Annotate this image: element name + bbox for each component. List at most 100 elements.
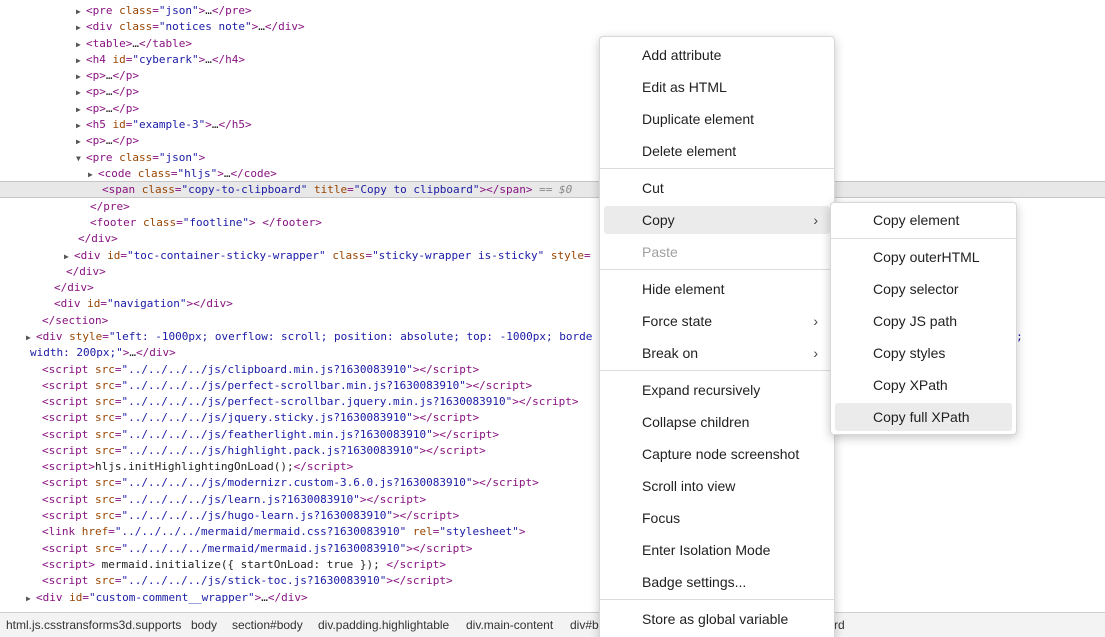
- chevron-right-icon: ›: [813, 345, 818, 361]
- menu-separator: [600, 269, 834, 270]
- submenu-item-copy-element[interactable]: Copy element: [835, 206, 1012, 234]
- submenu-item-copy-selector[interactable]: Copy selector: [835, 275, 1012, 303]
- menu-separator: [831, 238, 1016, 239]
- dom-node[interactable]: ▶ <pre class="json">…</pre>: [0, 3, 1105, 19]
- menu-item-label: Store as global variable: [642, 611, 789, 627]
- menu-item-enter-isolation-mode[interactable]: Enter Isolation Mode: [604, 536, 830, 564]
- dom-node[interactable]: <script src="../../../../js/learn.js?163…: [0, 492, 1105, 508]
- dom-node-markup: </pre>: [90, 200, 130, 213]
- menu-item-duplicate-element[interactable]: Duplicate element: [604, 105, 830, 133]
- menu-item-collapse-children[interactable]: Collapse children: [604, 408, 830, 436]
- copy-submenu: Copy element Copy outerHTML Copy selecto…: [830, 202, 1017, 435]
- menu-item-label: Edit as HTML: [642, 79, 727, 95]
- dom-node[interactable]: ▶ <h4 id="cyberark">…</h4>: [0, 52, 1105, 68]
- dom-node[interactable]: <script src="../../../../js/stick-toc.js…: [0, 573, 1105, 589]
- menu-item-label: Cut: [642, 180, 664, 196]
- menu-item-edit-as-html[interactable]: Edit as HTML: [604, 73, 830, 101]
- triangle-right-icon[interactable]: ▶: [76, 20, 86, 36]
- dom-node[interactable]: <link href="../../../../mermaid/mermaid.…: [0, 524, 1105, 540]
- triangle-right-icon[interactable]: ▶: [26, 591, 36, 607]
- menu-item-expand-recursively[interactable]: Expand recursively: [604, 376, 830, 404]
- menu-item-label: Copy styles: [873, 345, 946, 361]
- menu-separator: [600, 370, 834, 371]
- submenu-item-copy-outerhtml[interactable]: Copy outerHTML: [835, 243, 1012, 271]
- dom-node[interactable]: <script src="../../../../js/modernizr.cu…: [0, 475, 1105, 491]
- triangle-right-icon[interactable]: ▶: [76, 118, 86, 134]
- dom-node-markup: <script src="../../../../js/perfect-scro…: [42, 395, 579, 408]
- menu-item-focus[interactable]: Focus: [604, 504, 830, 532]
- submenu-item-copy-xpath[interactable]: Copy XPath: [835, 371, 1012, 399]
- triangle-right-icon[interactable]: ▶: [76, 37, 86, 53]
- dom-node[interactable]: ▶ <h5 id="example-3">…</h5>: [0, 117, 1105, 133]
- chevron-right-icon: ›: [813, 212, 818, 228]
- dom-node-markup: <script src="../../../../js/learn.js?163…: [42, 493, 427, 506]
- menu-item-capture-node-screenshot[interactable]: Capture node screenshot: [604, 440, 830, 468]
- submenu-item-copy-styles[interactable]: Copy styles: [835, 339, 1012, 367]
- menu-item-add-attribute[interactable]: Add attribute: [604, 41, 830, 69]
- dom-node-markup: <script src="../../../../js/perfect-scro…: [42, 379, 533, 392]
- menu-item-scroll-into-view[interactable]: Scroll into view: [604, 472, 830, 500]
- menu-item-label: Paste: [642, 244, 678, 260]
- breadcrumb-item-rd[interactable]: rd: [834, 613, 845, 637]
- triangle-right-icon[interactable]: ▶: [26, 330, 36, 346]
- dom-node[interactable]: ▶ <div id="custom-comment__wrapper">…</di…: [0, 590, 1105, 606]
- triangle-right-icon[interactable]: ▶: [76, 53, 86, 69]
- submenu-item-copy-js-path[interactable]: Copy JS path: [835, 307, 1012, 335]
- dom-node[interactable]: ▶ <table>…</table>: [0, 36, 1105, 52]
- dom-node-markup: <pre class="json">…</pre>: [86, 4, 252, 17]
- triangle-right-icon[interactable]: ▶: [76, 85, 86, 101]
- triangle-right-icon[interactable]: ▶: [76, 4, 86, 20]
- triangle-right-icon[interactable]: ▶: [76, 102, 86, 118]
- breadcrumb-item-div-b[interactable]: div#b: [570, 613, 599, 637]
- dom-node-markup: <p>…</p>: [86, 85, 139, 98]
- breadcrumb-item-main-content[interactable]: div.main-content: [466, 613, 553, 637]
- menu-item-label: Expand recursively: [642, 382, 761, 398]
- menu-item-delete-element[interactable]: Delete element: [604, 137, 830, 165]
- menu-item-label: Enter Isolation Mode: [642, 542, 771, 558]
- menu-item-paste[interactable]: Paste: [604, 238, 830, 266]
- triangle-down-icon[interactable]: ▼: [76, 151, 86, 167]
- menu-item-copy[interactable]: Copy ›: [604, 206, 830, 234]
- dom-node[interactable]: ▶ <p>…</p>: [0, 84, 1105, 100]
- dom-node[interactable]: ▶ <p>…</p>: [0, 101, 1105, 117]
- dom-node[interactable]: <script src="../../../../mermaid/mermaid…: [0, 541, 1105, 557]
- dom-node-selected[interactable]: <span class="copy-to-clipboard" title="C…: [0, 181, 1105, 198]
- menu-item-label: Delete element: [642, 143, 737, 159]
- dom-node[interactable]: ▶ <div class="notices note">…</div>: [0, 19, 1105, 35]
- breadcrumb-item-padding[interactable]: div.padding.highlightable: [318, 613, 449, 637]
- triangle-right-icon[interactable]: ▶: [64, 249, 74, 265]
- dom-node-markup: <pre class="json">: [86, 151, 206, 164]
- dom-node-markup: <table>…</table>: [86, 37, 192, 50]
- dom-node[interactable]: ▶ <p>…</p>: [0, 133, 1105, 149]
- menu-item-store-as-global-variable[interactable]: Store as global variable: [604, 605, 830, 633]
- dom-node-markup: <div id="navigation"></div>: [54, 297, 233, 310]
- breadcrumb-item-body[interactable]: body: [191, 613, 217, 637]
- dom-node[interactable]: <script src="../../../../js/hugo-learn.j…: [0, 508, 1105, 524]
- menu-item-label: Scroll into view: [642, 478, 736, 494]
- triangle-right-icon[interactable]: ▶: [76, 69, 86, 85]
- menu-item-cut[interactable]: Cut: [604, 174, 830, 202]
- dom-node[interactable]: ▼ <pre class="json">: [0, 150, 1105, 166]
- triangle-right-icon[interactable]: ▶: [76, 134, 86, 150]
- menu-item-badge-settings[interactable]: Badge settings...: [604, 568, 830, 596]
- dom-node[interactable]: ▶ <p>…</p>: [0, 68, 1105, 84]
- dom-node[interactable]: <script> mermaid.initialize({ startOnLoa…: [0, 557, 1105, 573]
- menu-item-label: Capture node screenshot: [642, 446, 800, 462]
- dom-node-markup: <script src="../../../../js/featherlight…: [42, 428, 499, 441]
- menu-item-force-state[interactable]: Force state ›: [604, 307, 830, 335]
- dom-node[interactable]: ▶ <code class="hljs">…</code>: [0, 166, 1105, 182]
- dom-node[interactable]: <script src="../../../../js/highlight.pa…: [0, 443, 1105, 459]
- breadcrumb-item-html[interactable]: html.js.csstransforms3d.supports: [6, 613, 181, 637]
- breadcrumb: html.js.csstransforms3d.supports body se…: [0, 612, 1105, 637]
- dom-node-markup: </section>: [42, 314, 109, 327]
- dom-node-markup: </div>: [78, 232, 118, 245]
- dom-node[interactable]: <script>hljs.initHighlightingOnLoad();</…: [0, 459, 1105, 475]
- dom-node-markup: </div>: [54, 281, 94, 294]
- dom-node-markup: <p>…</p>: [86, 134, 139, 147]
- breadcrumb-item-section[interactable]: section#body: [232, 613, 303, 637]
- submenu-item-copy-full-xpath[interactable]: Copy full XPath: [835, 403, 1012, 431]
- menu-item-label: Copy JS path: [873, 313, 958, 329]
- menu-item-hide-element[interactable]: Hide element: [604, 275, 830, 303]
- menu-item-break-on[interactable]: Break on ›: [604, 339, 830, 367]
- dom-node-markup: <h4 id="cyberark">…</h4>: [86, 53, 245, 66]
